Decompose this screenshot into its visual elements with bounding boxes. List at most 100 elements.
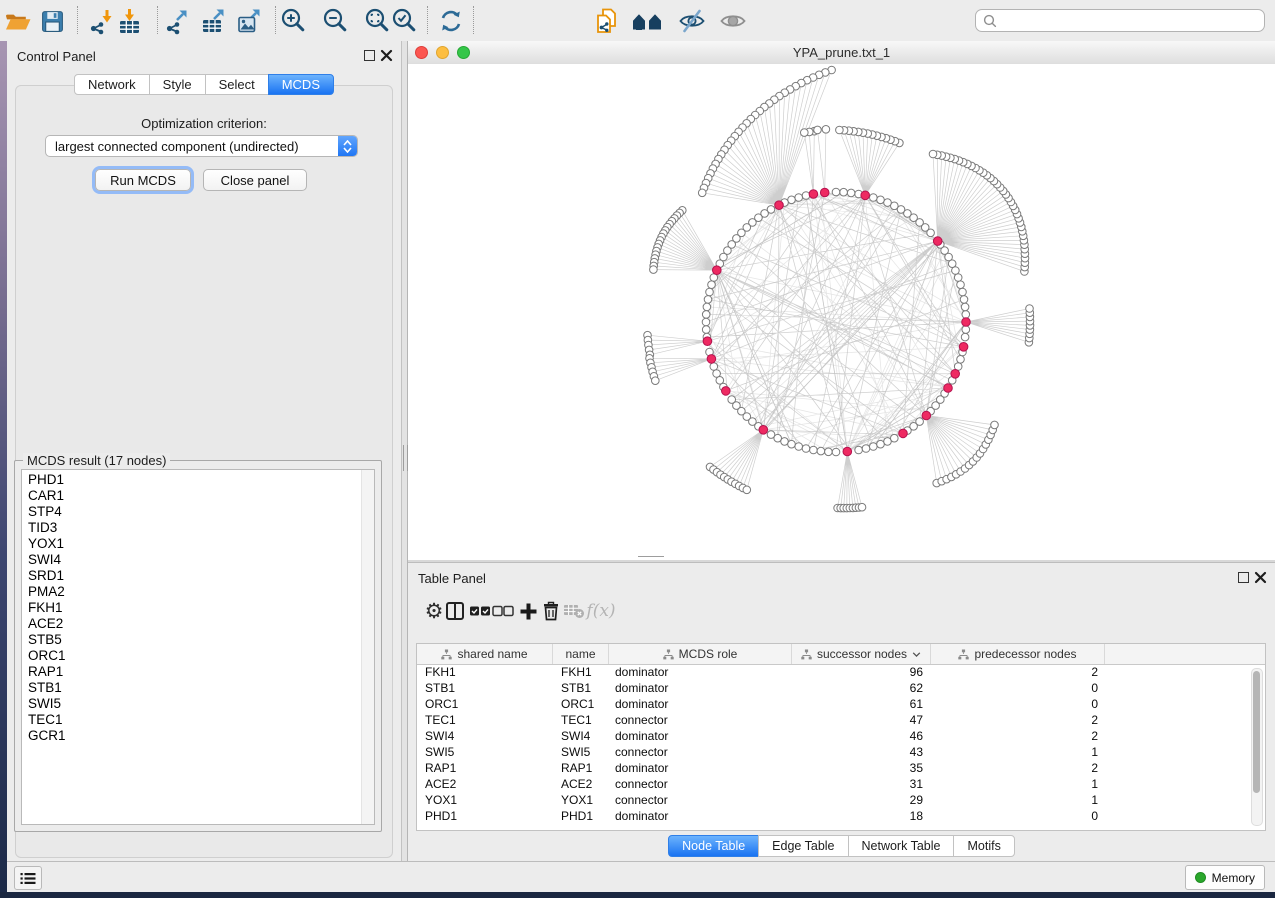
table-row[interactable]: ORC1ORC1dominator610 [417, 696, 1265, 712]
hide-selected-icon[interactable] [675, 5, 709, 37]
mcds-hub-node[interactable] [722, 387, 731, 396]
network-node[interactable] [855, 446, 863, 454]
first-neighbors-icon[interactable] [630, 5, 664, 37]
table-cell[interactable]: SWI5 [553, 744, 609, 760]
column-header-predecessor-nodes[interactable]: predecessor nodes [931, 644, 1105, 664]
table-row[interactable]: YOX1YOX1connector291 [417, 792, 1265, 808]
mcds-list-scrollbar[interactable] [361, 470, 374, 824]
table-cell[interactable]: 43 [792, 744, 931, 760]
mcds-result-item[interactable]: RAP1 [28, 664, 374, 680]
network-node[interactable] [870, 194, 878, 202]
table-cell[interactable]: SWI4 [553, 728, 609, 744]
float-panel-icon[interactable] [364, 50, 375, 61]
network-node[interactable] [702, 326, 710, 334]
mcds-hub-node[interactable] [759, 426, 768, 435]
float-table-panel-icon[interactable] [1238, 572, 1249, 583]
criterion-select[interactable]: largest connected component (undirected) [45, 135, 358, 157]
table-cell[interactable]: connector [609, 712, 792, 728]
table-cell[interactable]: ACE2 [417, 776, 553, 792]
network-node[interactable] [702, 318, 710, 326]
network-leaf-node[interactable] [858, 503, 866, 511]
network-node[interactable] [959, 288, 967, 296]
table-cell[interactable]: 0 [931, 808, 1105, 824]
network-node[interactable] [862, 445, 870, 453]
network-node[interactable] [957, 281, 965, 289]
table-cell[interactable]: TEC1 [417, 712, 553, 728]
table-scrollbar-thumb[interactable] [1253, 671, 1260, 793]
mcds-result-item[interactable]: CAR1 [28, 488, 374, 504]
export-table-icon[interactable] [196, 5, 230, 37]
import-table-icon[interactable] [112, 5, 146, 37]
table-row[interactable]: RAP1RAP1dominator352 [417, 760, 1265, 776]
network-leaf-node[interactable] [929, 150, 937, 158]
table-cell[interactable]: 35 [792, 760, 931, 776]
open-folder-icon[interactable] [1, 5, 35, 37]
mcds-hub-node[interactable] [922, 411, 931, 420]
mcds-result-item[interactable]: SWI5 [28, 696, 374, 712]
table-row[interactable]: FKH1FKH1dominator962 [417, 664, 1265, 680]
network-window-titlebar[interactable]: YPA_prune.txt_1 [408, 41, 1275, 65]
mcds-hub-node[interactable] [703, 337, 712, 346]
network-leaf-node[interactable] [698, 189, 706, 197]
zoom-in-icon[interactable] [277, 5, 311, 37]
task-history-button[interactable] [14, 866, 42, 890]
network-node[interactable] [825, 448, 833, 456]
table-row[interactable]: TEC1TEC1connector472 [417, 712, 1265, 728]
table-cell[interactable]: STB1 [417, 680, 553, 696]
mcds-result-item[interactable]: TEC1 [28, 712, 374, 728]
column-header-shared-name[interactable]: shared name [417, 644, 553, 664]
mcds-hub-node[interactable] [809, 190, 818, 199]
mcds-result-item[interactable]: TID3 [28, 520, 374, 536]
table-cell[interactable]: 1 [931, 744, 1105, 760]
network-node[interactable] [957, 356, 965, 364]
table-cell[interactable]: 96 [792, 664, 931, 680]
mcds-result-item[interactable]: ORC1 [28, 648, 374, 664]
network-canvas[interactable] [408, 64, 1275, 560]
table-cell[interactable]: 47 [792, 712, 931, 728]
memory-button[interactable]: Memory [1185, 865, 1265, 890]
network-node[interactable] [702, 311, 710, 319]
mcds-hub-node[interactable] [962, 318, 971, 327]
table-scrollbar[interactable] [1251, 668, 1263, 826]
network-node[interactable] [832, 448, 840, 456]
table-row[interactable]: SWI4SWI4dominator462 [417, 728, 1265, 744]
table-cell[interactable]: 61 [792, 696, 931, 712]
tab-node-table[interactable]: Node Table [668, 835, 759, 857]
column-header-mcds-role[interactable]: MCDS role [609, 644, 792, 664]
network-leaf-node[interactable] [801, 129, 809, 137]
table-cell[interactable]: 1 [931, 776, 1105, 792]
table-cell[interactable]: 31 [792, 776, 931, 792]
table-cell[interactable]: PHD1 [553, 808, 609, 824]
mcds-result-item[interactable]: FKH1 [28, 600, 374, 616]
network-leaf-node[interactable] [743, 486, 751, 494]
zoom-out-icon[interactable] [319, 5, 353, 37]
network-node[interactable] [877, 196, 885, 204]
network-graph[interactable] [408, 64, 1275, 560]
mcds-result-item[interactable]: SRD1 [28, 568, 374, 584]
table-row[interactable]: ACE2ACE2connector311 [417, 776, 1265, 792]
close-panel-button[interactable]: Close panel [203, 169, 307, 191]
network-node[interactable] [795, 443, 803, 451]
column-header-successor-nodes[interactable]: successor nodes [792, 644, 931, 664]
network-node[interactable] [788, 196, 796, 204]
network-node[interactable] [961, 303, 969, 311]
mcds-hub-node[interactable] [707, 355, 716, 364]
network-node[interactable] [962, 326, 970, 334]
table-cell[interactable]: 46 [792, 728, 931, 744]
mcds-result-item[interactable]: STP4 [28, 504, 374, 520]
table-cell[interactable]: ORC1 [417, 696, 553, 712]
table-cell[interactable]: 1 [931, 792, 1105, 808]
table-cell[interactable]: TEC1 [553, 712, 609, 728]
mcds-hub-node[interactable] [959, 343, 968, 352]
save-icon[interactable] [35, 5, 69, 37]
mcds-result-item[interactable]: STB5 [28, 632, 374, 648]
mcds-hub-node[interactable] [843, 447, 852, 456]
network-node[interactable] [832, 188, 840, 196]
table-cell[interactable]: 2 [931, 712, 1105, 728]
mcds-hub-node[interactable] [820, 188, 829, 197]
mcds-hub-node[interactable] [951, 370, 960, 379]
table-cell[interactable]: 2 [931, 728, 1105, 744]
network-node[interactable] [877, 440, 885, 448]
table-cell[interactable]: 2 [931, 664, 1105, 680]
mcds-result-item[interactable]: GCR1 [28, 728, 374, 744]
